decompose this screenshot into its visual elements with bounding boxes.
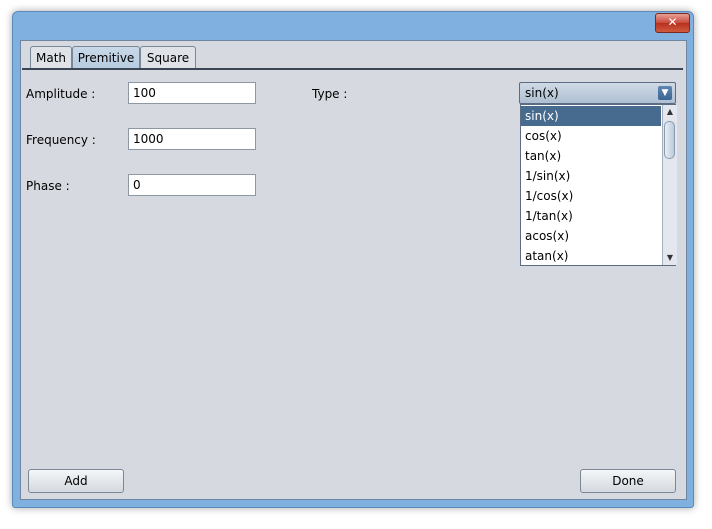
done-button[interactable]: Done bbox=[580, 469, 676, 493]
type-option-cos[interactable]: cos(x) bbox=[521, 126, 661, 146]
close-icon: ✕ bbox=[667, 15, 678, 29]
add-button[interactable]: Add bbox=[28, 469, 124, 493]
phase-label: Phase : bbox=[26, 179, 70, 193]
amplitude-label: Amplitude : bbox=[26, 87, 96, 101]
close-button[interactable]: ✕ bbox=[655, 13, 690, 33]
amplitude-field[interactable] bbox=[128, 82, 256, 104]
chevron-down-icon[interactable]: ▼ bbox=[658, 86, 672, 100]
scroll-up-icon[interactable]: ▲ bbox=[663, 105, 677, 119]
scroll-thumb[interactable] bbox=[664, 121, 675, 159]
tab-square[interactable]: Square bbox=[140, 46, 196, 69]
type-select[interactable]: sin(x) ▼ bbox=[519, 82, 676, 104]
type-option-tan[interactable]: tan(x) bbox=[521, 146, 661, 166]
dropdown-scrollbar[interactable]: ▲ ▼ bbox=[662, 105, 677, 265]
phase-field[interactable] bbox=[128, 174, 256, 196]
type-select-value: sin(x) bbox=[525, 86, 559, 100]
tab-math[interactable]: Math bbox=[30, 46, 72, 69]
tab-premitive[interactable]: Premitive bbox=[72, 46, 140, 69]
type-option-inv-tan[interactable]: 1/tan(x) bbox=[521, 206, 661, 226]
type-option-acos[interactable]: acos(x) bbox=[521, 226, 661, 246]
frequency-label: Frequency : bbox=[26, 133, 96, 147]
type-option-sin[interactable]: sin(x) bbox=[521, 106, 661, 126]
tab-divider bbox=[22, 68, 683, 70]
type-option-inv-sin[interactable]: 1/sin(x) bbox=[521, 166, 661, 186]
frequency-field[interactable] bbox=[128, 128, 256, 150]
scroll-down-icon[interactable]: ▼ bbox=[663, 251, 677, 265]
type-option-inv-cos[interactable]: 1/cos(x) bbox=[521, 186, 661, 206]
type-dropdown-list: sin(x) cos(x) tan(x) 1/sin(x) 1/cos(x) 1… bbox=[520, 104, 677, 266]
type-label: Type : bbox=[312, 87, 348, 101]
type-option-atan[interactable]: atan(x) bbox=[521, 246, 661, 266]
